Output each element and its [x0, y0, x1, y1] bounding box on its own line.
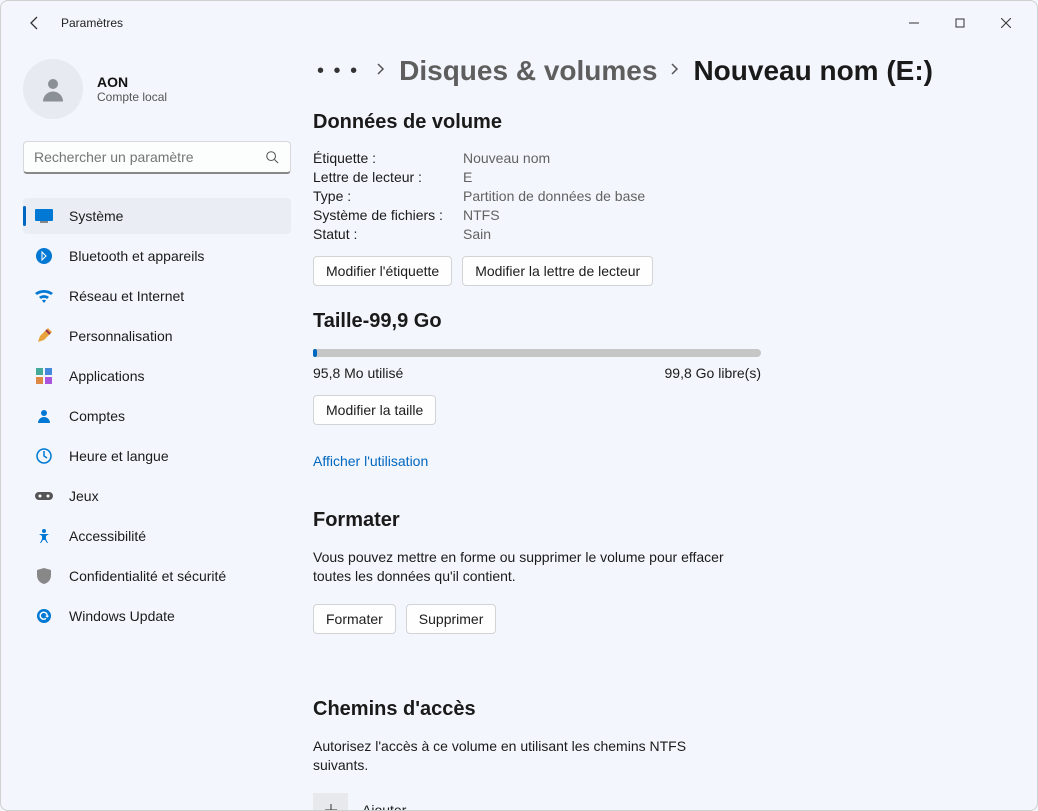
table-row: Système de fichiers :NTFS [313, 207, 997, 223]
apps-icon [35, 367, 53, 385]
table-row: Statut :Sain [313, 226, 997, 242]
bluetooth-icon [35, 247, 53, 265]
format-button[interactable]: Formater [313, 604, 396, 634]
sidebar-item-update[interactable]: Windows Update [23, 598, 291, 634]
sidebar-item-label: Heure et langue [69, 448, 169, 464]
globe-clock-icon [35, 447, 53, 465]
free-space-label: 99,8 Go libre(s) [665, 365, 761, 381]
sidebar-item-label: Comptes [69, 408, 125, 424]
table-row: Lettre de lecteur :E [313, 169, 997, 185]
show-usage-link[interactable]: Afficher l'utilisation [313, 453, 428, 469]
add-path-button[interactable] [313, 793, 348, 810]
user-account-type: Compte local [97, 90, 167, 104]
sidebar-item-network[interactable]: Réseau et Internet [23, 278, 291, 314]
storage-bar-fill [313, 349, 317, 357]
nav-list: Système Bluetooth et appareils Réseau et… [23, 198, 291, 634]
sidebar-item-label: Personnalisation [69, 328, 173, 344]
sidebar-item-privacy[interactable]: Confidentialité et sécurité [23, 558, 291, 594]
kv-val: Partition de données de base [463, 188, 645, 204]
volume-data-table: Étiquette :Nouveau nom Lettre de lecteur… [313, 150, 997, 242]
sidebar-item-bluetooth[interactable]: Bluetooth et appareils [23, 238, 291, 274]
change-drive-letter-button[interactable]: Modifier la lettre de lecteur [462, 256, 653, 286]
sidebar-item-label: Réseau et Internet [69, 288, 184, 304]
search-input[interactable] [34, 149, 264, 165]
kv-key: Type : [313, 188, 463, 204]
add-path-label: Ajouter [362, 802, 406, 810]
kv-key: Système de fichiers : [313, 207, 463, 223]
user-block[interactable]: AON Compte local [23, 59, 291, 119]
window-controls [891, 7, 1029, 39]
update-icon [35, 607, 53, 625]
sidebar-item-label: Windows Update [69, 608, 175, 624]
content-area: • • • Disques & volumes Nouveau nom (E:)… [301, 45, 1037, 810]
sidebar: AON Compte local Système Bluetooth et ap… [1, 45, 301, 810]
app-title: Paramètres [61, 16, 123, 30]
page-title: Nouveau nom (E:) [693, 55, 933, 87]
sidebar-item-label: Confidentialité et sécurité [69, 568, 226, 584]
sidebar-item-accessibility[interactable]: Accessibilité [23, 518, 291, 554]
gamepad-icon [35, 487, 53, 505]
kv-key: Lettre de lecteur : [313, 169, 463, 185]
sidebar-item-gaming[interactable]: Jeux [23, 478, 291, 514]
user-icon [38, 74, 68, 104]
chevron-right-icon [377, 62, 385, 80]
table-row: Étiquette :Nouveau nom [313, 150, 997, 166]
sidebar-item-label: Bluetooth et appareils [69, 248, 204, 264]
maximize-button[interactable] [937, 7, 983, 39]
kv-val: NTFS [463, 207, 500, 223]
sidebar-item-label: Accessibilité [69, 528, 146, 544]
section-format-heading: Formater [313, 509, 997, 532]
kv-key: Étiquette : [313, 150, 463, 166]
wifi-icon [35, 287, 53, 305]
format-description: Vous pouvez mettre en forme ou supprimer… [313, 548, 743, 586]
section-size-heading: Taille-99,9 Go [313, 310, 997, 333]
back-button[interactable] [25, 13, 45, 33]
sidebar-item-label: Applications [69, 368, 145, 384]
change-label-button[interactable]: Modifier l'étiquette [313, 256, 452, 286]
kv-key: Statut : [313, 226, 463, 242]
breadcrumb: • • • Disques & volumes Nouveau nom (E:) [313, 55, 997, 87]
minimize-button[interactable] [891, 7, 937, 39]
storage-bar [313, 349, 761, 357]
paths-description: Autorisez l'accès à ce volume en utilisa… [313, 737, 743, 775]
accessibility-icon [35, 527, 53, 545]
sidebar-item-personalization[interactable]: Personnalisation [23, 318, 291, 354]
person-icon [35, 407, 53, 425]
kv-val: Sain [463, 226, 491, 242]
table-row: Type :Partition de données de base [313, 188, 997, 204]
sidebar-item-accounts[interactable]: Comptes [23, 398, 291, 434]
avatar [23, 59, 83, 119]
sidebar-item-label: Système [69, 208, 123, 224]
chevron-right-icon [671, 62, 679, 80]
sidebar-item-apps[interactable]: Applications [23, 358, 291, 394]
sidebar-item-time-language[interactable]: Heure et langue [23, 438, 291, 474]
section-volume-data-heading: Données de volume [313, 111, 997, 134]
breadcrumb-parent[interactable]: Disques & volumes [399, 55, 657, 87]
kv-val: Nouveau nom [463, 150, 550, 166]
breadcrumb-more[interactable]: • • • [313, 60, 363, 83]
shield-icon [35, 567, 53, 585]
plus-icon [323, 802, 339, 810]
sidebar-item-system[interactable]: Système [23, 198, 291, 234]
search-icon [264, 149, 280, 165]
titlebar: Paramètres [1, 1, 1037, 45]
add-path-row[interactable]: Ajouter [313, 793, 997, 810]
section-paths-heading: Chemins d'accès [313, 698, 997, 721]
used-space-label: 95,8 Mo utilisé [313, 365, 403, 381]
brush-icon [35, 327, 53, 345]
kv-val: E [463, 169, 472, 185]
sidebar-item-label: Jeux [69, 488, 99, 504]
close-button[interactable] [983, 7, 1029, 39]
resize-button[interactable]: Modifier la taille [313, 395, 436, 425]
search-box[interactable] [23, 141, 291, 174]
delete-button[interactable]: Supprimer [406, 604, 497, 634]
display-icon [35, 207, 53, 225]
user-name: AON [97, 74, 167, 90]
